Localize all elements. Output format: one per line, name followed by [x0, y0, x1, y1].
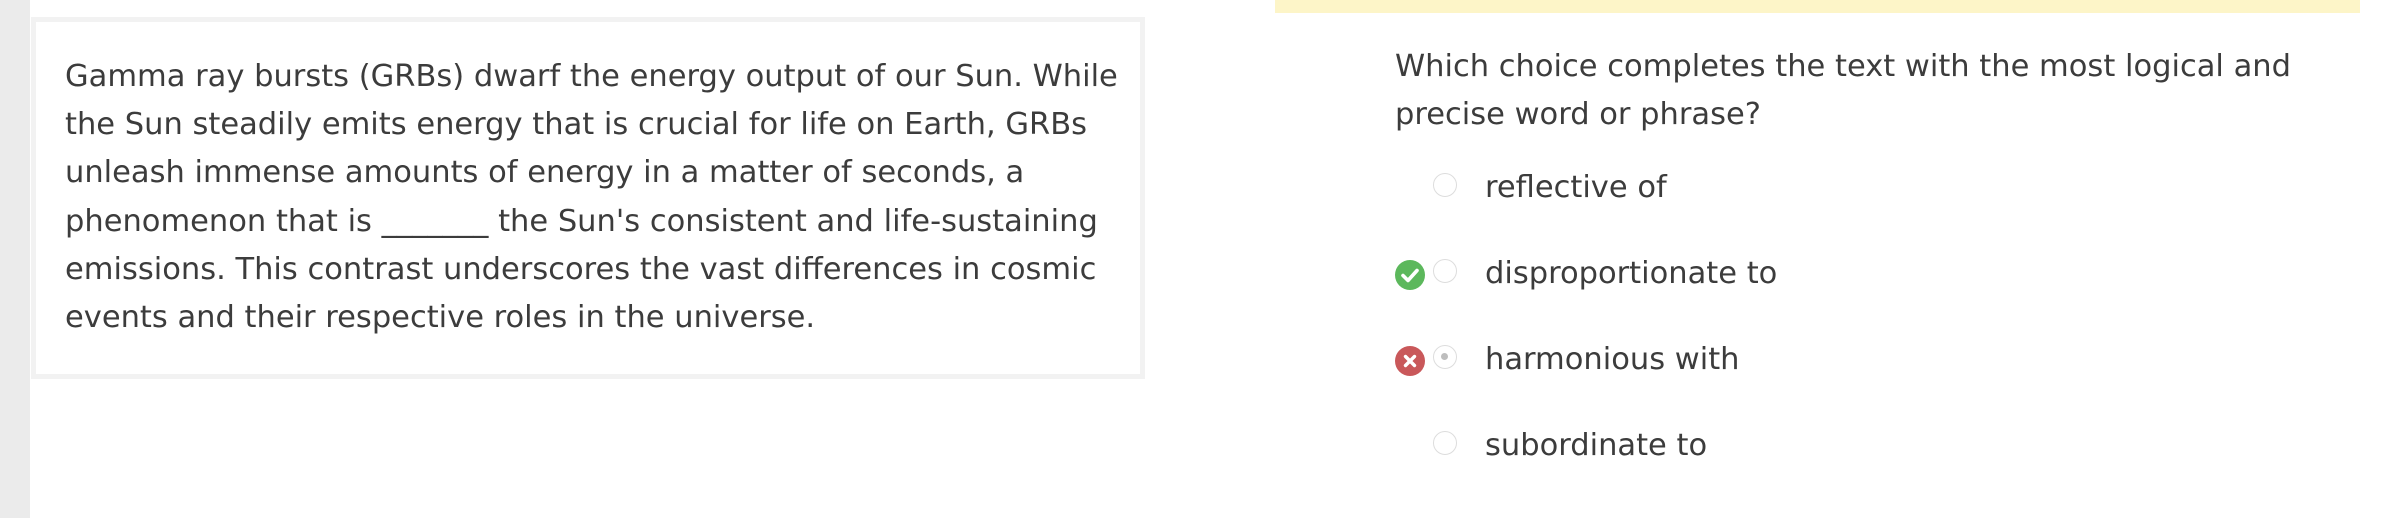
choice-label: harmonious with: [1485, 342, 1740, 377]
question-highlight-bar: [1275, 0, 2360, 13]
choice-label: disproportionate to: [1485, 256, 1778, 291]
radio-button[interactable]: [1433, 259, 1457, 283]
choice-label: reflective of: [1485, 170, 1667, 205]
radio-button-selected[interactable]: [1433, 345, 1457, 369]
choice-a[interactable]: reflective of: [1395, 162, 2295, 214]
question-prompt: Which choice completes the text with the…: [1395, 49, 2291, 132]
radio-button[interactable]: [1433, 431, 1457, 455]
radio-button[interactable]: [1433, 173, 1457, 197]
choice-d[interactable]: subordinate to: [1395, 420, 2295, 472]
choice-c[interactable]: harmonious with: [1395, 334, 2295, 386]
choice-label: subordinate to: [1485, 428, 1708, 463]
x-circle-icon: [1395, 346, 1425, 376]
passage-text: Gamma ray bursts (GRBs) dwarf the energy…: [65, 59, 1118, 336]
choice-b[interactable]: disproportionate to: [1395, 248, 2295, 300]
check-circle-icon: [1395, 260, 1425, 290]
